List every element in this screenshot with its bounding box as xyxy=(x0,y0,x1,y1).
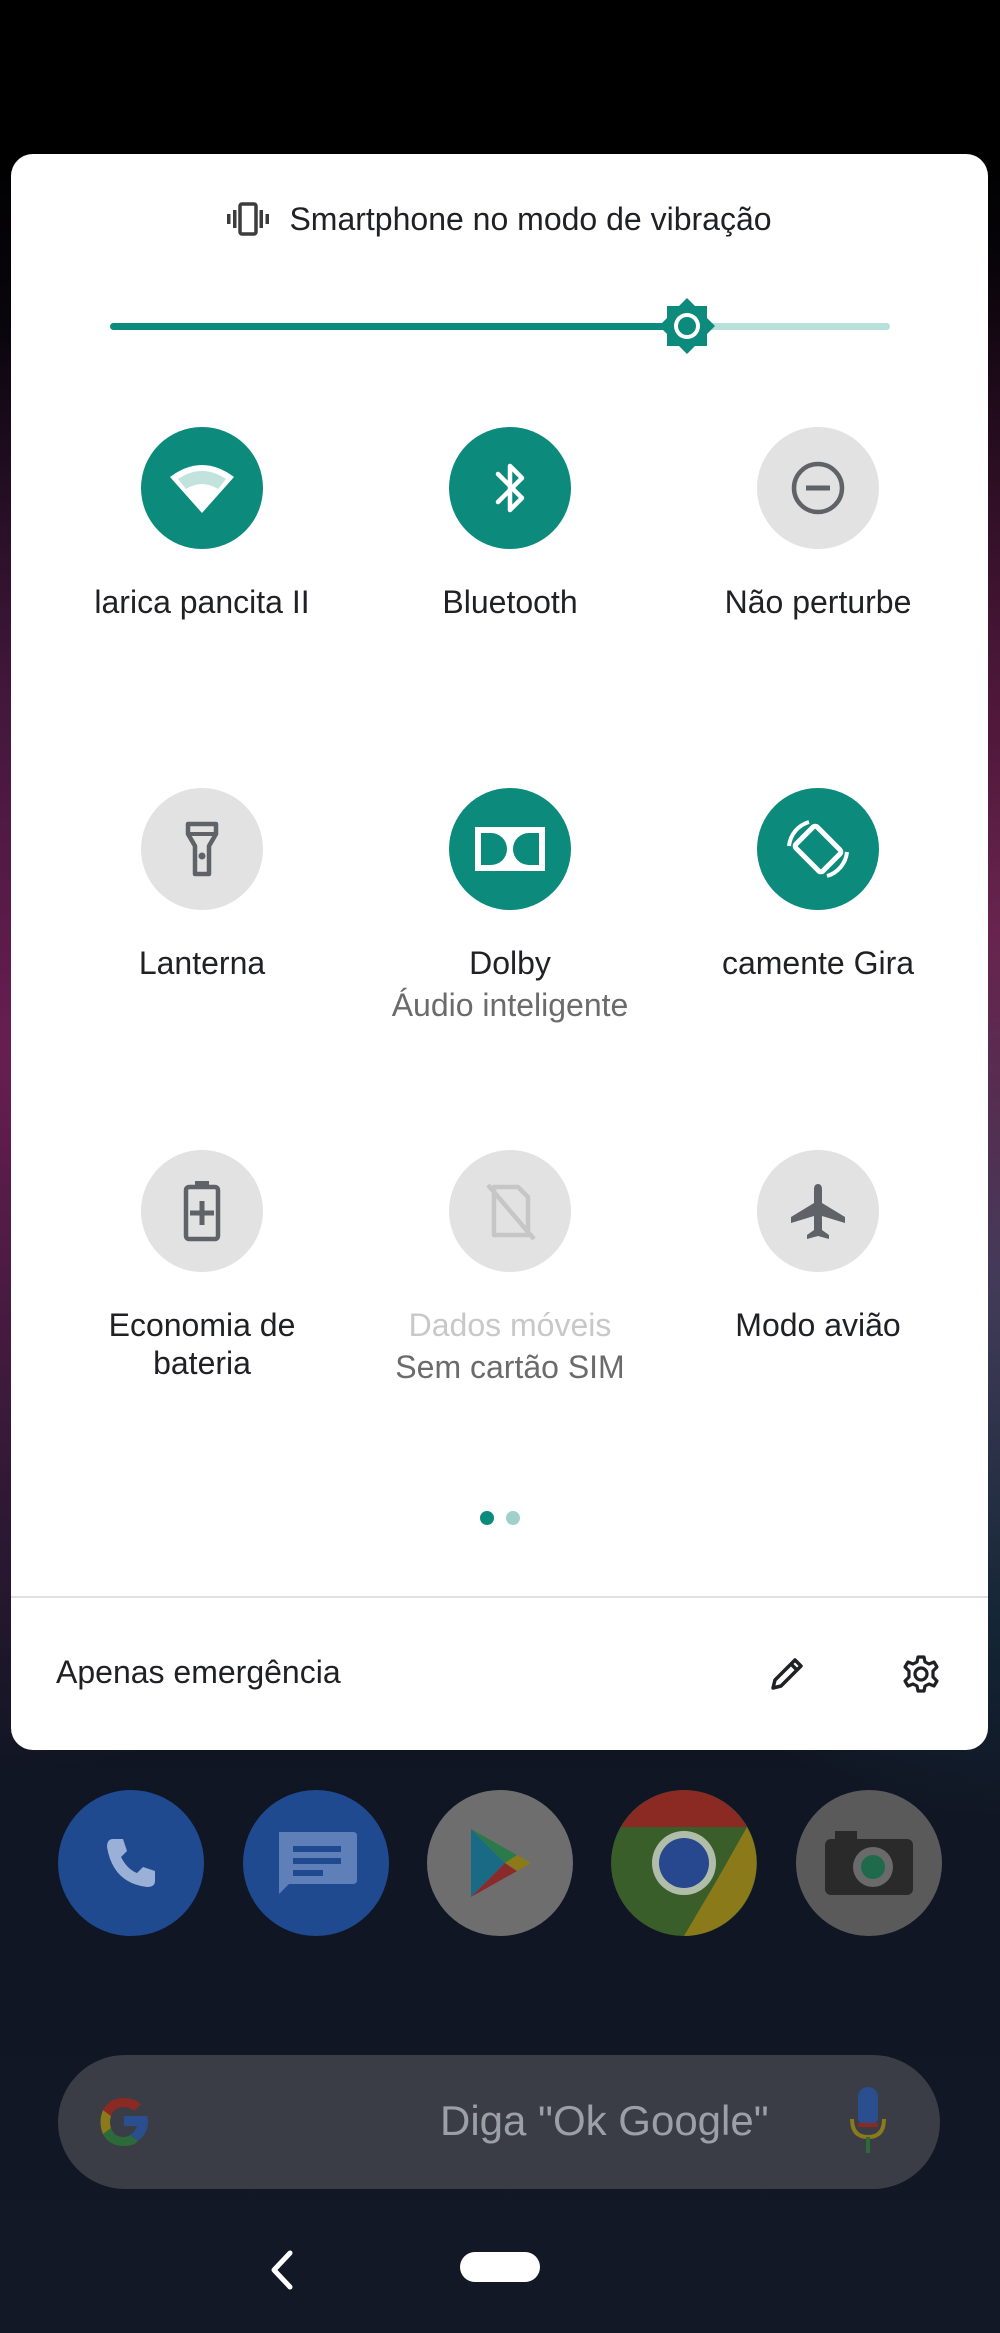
chrome-icon xyxy=(621,1790,757,1936)
microphone-icon[interactable] xyxy=(848,2085,888,2159)
tile-wifi-label: larica pancita II xyxy=(94,584,310,620)
tile-dnd-button[interactable] xyxy=(757,427,879,549)
tile-bluetooth-button[interactable] xyxy=(449,427,571,549)
ringer-status-text: Smartphone no modo de vibração xyxy=(289,200,772,237)
tile-auto-rotate-label: camente Gira xyxy=(721,945,915,981)
phone-icon xyxy=(107,1839,155,1887)
tile-airplane-label: Modo avião xyxy=(735,1307,901,1343)
tile-flashlight-button[interactable] xyxy=(141,788,263,910)
ringer-status[interactable]: Smartphone no modo de vibração xyxy=(11,194,988,244)
tile-bluetooth-label: Bluetooth xyxy=(442,584,578,620)
bluetooth-icon xyxy=(495,463,525,513)
tile-flashlight-label: Lanterna xyxy=(138,945,266,981)
tile-mobile-data[interactable]: Dados móveis Sem cartão SIM xyxy=(360,1150,660,1386)
tile-wifi[interactable]: larica pancita II xyxy=(52,427,352,621)
tile-bluetooth[interactable]: Bluetooth xyxy=(360,427,660,621)
camera-icon xyxy=(825,1831,913,1895)
airplane-icon xyxy=(791,1184,845,1239)
vibrate-icon xyxy=(227,202,270,236)
do-not-disturb-icon xyxy=(791,461,845,515)
tile-dolby-button[interactable] xyxy=(449,788,571,910)
tile-airplane-button[interactable] xyxy=(757,1150,879,1272)
search-hint: Diga "Ok Google" xyxy=(440,2097,769,2144)
divider xyxy=(11,1596,988,1598)
messages-icon xyxy=(279,1832,357,1894)
edit-icon xyxy=(771,1658,803,1690)
page-indicator xyxy=(11,1511,988,1525)
dock-play-store[interactable] xyxy=(427,1790,573,1936)
dolby-icon xyxy=(475,827,545,871)
auto-rotate-icon xyxy=(787,820,849,878)
tile-battery-saver-label: Economia de bateria xyxy=(108,1307,296,1381)
tile-mobile-data-button[interactable] xyxy=(449,1150,571,1272)
page-dot-active[interactable] xyxy=(479,1511,494,1525)
google-search-bar[interactable]: Diga "Ok Google" xyxy=(58,2055,940,2189)
tile-battery-saver[interactable]: Economia de bateria xyxy=(52,1150,352,1382)
battery-saver-icon xyxy=(183,1181,221,1242)
carrier-text: Apenas emergência xyxy=(56,1654,341,1690)
flashlight-icon xyxy=(185,821,219,877)
tile-mobile-data-sub: Sem cartão SIM xyxy=(395,1349,625,1385)
tile-wifi-button[interactable] xyxy=(141,427,263,549)
tile-dolby-sub: Áudio inteligente xyxy=(391,987,629,1023)
quick-settings-panel: Smartphone no modo de vibração larica pa… xyxy=(11,154,988,1750)
tile-mobile-data-label: Dados móveis xyxy=(408,1307,612,1343)
edit-button[interactable] xyxy=(757,1644,817,1704)
tile-dolby[interactable]: Dolby Áudio inteligente xyxy=(360,788,660,1024)
tile-auto-rotate[interactable]: camente Gira xyxy=(668,788,968,982)
wifi-icon xyxy=(170,465,234,513)
dock-chrome[interactable] xyxy=(611,1790,757,1936)
dock-phone[interactable] xyxy=(58,1790,204,1936)
back-button[interactable] xyxy=(262,2245,302,2295)
status-bar xyxy=(0,0,1000,150)
tile-airplane[interactable]: Modo avião xyxy=(668,1150,968,1344)
dock-camera[interactable] xyxy=(796,1790,942,1936)
tile-auto-rotate-button[interactable] xyxy=(757,788,879,910)
slider-fill xyxy=(110,323,688,330)
dock-messages[interactable] xyxy=(243,1790,389,1936)
tile-battery-saver-button[interactable] xyxy=(141,1150,263,1272)
page-dot[interactable] xyxy=(505,1511,520,1525)
mobile-data-off-icon xyxy=(486,1183,536,1241)
brightness-icon[interactable] xyxy=(657,296,717,356)
play-store-icon xyxy=(471,1829,531,1897)
home-pill[interactable] xyxy=(460,2252,540,2282)
tile-dnd-label: Não perturbe xyxy=(724,584,912,620)
google-logo-icon xyxy=(100,2098,148,2146)
tile-flashlight[interactable]: Lanterna xyxy=(52,788,352,982)
brightness-slider[interactable] xyxy=(110,296,890,356)
settings-icon xyxy=(903,1655,939,1693)
settings-button[interactable] xyxy=(891,1644,951,1704)
tile-dnd[interactable]: Não perturbe xyxy=(668,427,968,621)
